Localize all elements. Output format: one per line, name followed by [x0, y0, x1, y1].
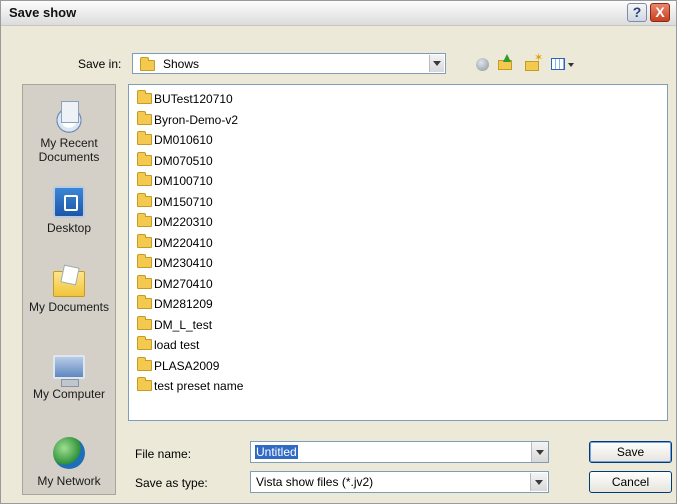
list-item[interactable]: PLASA2009: [137, 357, 219, 375]
folder-icon: [137, 213, 152, 228]
save-in-value: Shows: [163, 57, 200, 71]
close-button[interactable]: X: [650, 3, 670, 22]
list-item[interactable]: test preset name: [137, 377, 243, 395]
list-item[interactable]: DM220410: [137, 234, 213, 252]
views-menu-icon[interactable]: [551, 56, 577, 72]
save-as-type-dropdown-arrow[interactable]: [530, 473, 547, 491]
place-desktop[interactable]: Desktop: [23, 186, 115, 235]
cancel-button[interactable]: Cancel: [589, 471, 672, 493]
list-item[interactable]: DM010610: [137, 131, 213, 149]
list-item[interactable]: DM_L_test: [137, 316, 212, 334]
folder-icon: [137, 152, 152, 167]
folder-icon: [140, 57, 155, 71]
list-item[interactable]: DM230410: [137, 254, 213, 272]
dialog-title: Save show: [9, 5, 77, 20]
new-folder-icon[interactable]: [525, 51, 543, 72]
save-as-type-value: Vista show files (*.jv2): [256, 475, 374, 489]
place-label: My Recent Documents: [38, 136, 100, 164]
folder-icon: [137, 193, 152, 208]
save-in-dropdown-arrow[interactable]: [429, 55, 444, 72]
folder-icon: [137, 295, 152, 310]
folder-icon: [137, 377, 152, 392]
folder-icon: [137, 275, 152, 290]
file-name-dropdown-arrow[interactable]: [531, 442, 548, 462]
file-list[interactable]: BUTest120710 Byron-Demo-v2 DM010610 DM07…: [128, 84, 668, 421]
recent-documents-icon: [53, 101, 85, 133]
file-name-label: File name:: [135, 447, 192, 461]
title-bar[interactable]: Save show ? X: [1, 1, 676, 26]
my-computer-icon: [53, 355, 85, 387]
save-in-label: Save in:: [78, 57, 122, 71]
save-as-type-label: Save as type:: [135, 476, 208, 490]
place-label: My Network: [37, 474, 101, 488]
folder-icon: [137, 131, 152, 146]
list-item[interactable]: DM150710: [137, 193, 213, 211]
save-button[interactable]: Save: [589, 441, 672, 463]
list-item[interactable]: DM220310: [137, 213, 213, 231]
folder-icon: [137, 316, 152, 331]
list-item[interactable]: DM281209: [137, 295, 213, 313]
place-label: Desktop: [46, 221, 92, 235]
up-folder-icon[interactable]: [498, 54, 512, 72]
list-item[interactable]: load test: [137, 336, 199, 354]
file-name-value: Untitled: [255, 445, 298, 459]
help-button[interactable]: ?: [627, 3, 647, 22]
folder-icon: [137, 254, 152, 269]
save-in-dropdown[interactable]: Shows: [132, 53, 446, 74]
folder-icon: [137, 111, 152, 126]
list-item[interactable]: DM100710: [137, 172, 213, 190]
list-item[interactable]: BUTest120710: [137, 90, 233, 108]
folder-icon: [137, 172, 152, 187]
file-name-input[interactable]: Untitled: [250, 441, 549, 463]
place-my-computer[interactable]: My Computer: [23, 355, 115, 401]
place-my-network[interactable]: My Network: [23, 437, 115, 488]
my-network-icon: [53, 437, 85, 469]
chevron-down-icon: [536, 449, 544, 455]
save-show-dialog: Save show ? X Save in: Shows My Recent D…: [0, 0, 677, 504]
chevron-down-icon: [535, 479, 543, 485]
folder-icon: [137, 357, 152, 372]
places-bar: My Recent Documents Desktop My Documents…: [22, 84, 116, 495]
place-recent-documents[interactable]: My Recent Documents: [23, 101, 115, 164]
chevron-down-icon: [433, 61, 441, 66]
list-item[interactable]: DM270410: [137, 275, 213, 293]
place-my-documents[interactable]: My Documents: [23, 265, 115, 314]
folder-icon: [137, 90, 152, 105]
list-item[interactable]: Byron-Demo-v2: [137, 111, 238, 129]
save-as-type-dropdown[interactable]: Vista show files (*.jv2): [250, 471, 549, 493]
folder-icon: [137, 336, 152, 351]
folder-icon: [137, 234, 152, 249]
place-label: My Computer: [32, 387, 106, 401]
back-icon[interactable]: [476, 58, 489, 71]
list-item[interactable]: DM070510: [137, 152, 213, 170]
place-label: My Documents: [28, 300, 110, 314]
my-documents-icon: [53, 271, 85, 297]
desktop-icon: [53, 186, 85, 218]
